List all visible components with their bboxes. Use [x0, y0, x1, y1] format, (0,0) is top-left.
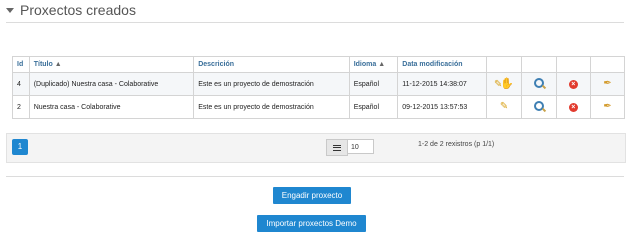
section-header[interactable]: Proxectos creados [6, 2, 136, 18]
view-button[interactable] [521, 95, 557, 119]
page-size-control: 10 [326, 139, 374, 156]
page-button-current[interactable]: 1 [12, 139, 28, 155]
projects-table: Id Título ▲ Descrición Idioma ▲ Data modif… [12, 56, 626, 119]
table-row[interactable]: 2 Nuestra casa - Colaborative Este es un… [12, 95, 626, 119]
divider [6, 22, 624, 23]
column-header-duplicate [589, 56, 626, 73]
edit-button[interactable]: ✎ [485, 95, 523, 119]
duplicate-button[interactable]: ✒ [589, 72, 626, 96]
table-header-row: Id Título ▲ Descrición Idioma ▲ Data modif… [12, 56, 626, 73]
delete-button[interactable]: × [555, 72, 591, 96]
cell-language: Español [348, 72, 399, 96]
magnifier-icon [534, 101, 545, 111]
edit-button[interactable]: ✎✋ [485, 72, 523, 96]
divider [6, 176, 624, 177]
list-icon [333, 144, 341, 151]
page-size-button[interactable] [326, 139, 348, 156]
caret-down-icon[interactable] [6, 8, 14, 13]
import-demo-projects-button[interactable]: Importar proxectos Demo [257, 215, 366, 232]
column-header-delete [555, 56, 591, 73]
delete-icon: × [568, 102, 578, 112]
column-header-language[interactable]: Idioma ▲ [348, 56, 399, 73]
records-info: 1-2 de 2 rexistros (p 1/1) [418, 141, 495, 148]
column-header-title[interactable]: Título ▲ [28, 56, 195, 73]
magnifier-icon [534, 78, 545, 88]
cell-title: (Duplicado) Nuestra casa - Colaborative [28, 72, 195, 96]
cell-modified: 11-12-2015 14:38:07 [397, 72, 487, 96]
column-header-description[interactable]: Descrición [193, 56, 350, 73]
delete-button[interactable]: × [555, 95, 591, 119]
pencil-icon: ✒ [603, 78, 612, 89]
delete-icon: × [568, 79, 578, 89]
column-header-id[interactable]: Id [12, 56, 30, 73]
duplicate-button[interactable]: ✒ [589, 95, 626, 119]
cell-description: Este es un proyecto de demostración [193, 95, 350, 119]
page-size-input[interactable]: 10 [348, 139, 374, 154]
add-project-button[interactable]: Engadir proxecto [273, 187, 351, 204]
pencil-icon: ✎ [499, 101, 509, 112]
table-row[interactable]: 4 (Duplicado) Nuestra casa - Colaborativ… [12, 72, 626, 96]
column-header-edit [485, 56, 523, 73]
cell-title: Nuestra casa - Colaborative [28, 95, 195, 119]
pencil-icon: ✒ [603, 101, 612, 112]
cell-id: 4 [12, 72, 30, 96]
sort-up-icon: ▲ [54, 61, 62, 68]
column-header-view [521, 56, 557, 73]
column-header-modified[interactable]: Data modificación [397, 56, 487, 73]
cell-language: Español [348, 95, 399, 119]
cell-modified: 09-12-2015 13:57:53 [397, 95, 487, 119]
pagination-bar: 1 10 1-2 de 2 rexistros (p 1/1) [6, 133, 626, 163]
sort-up-icon: ▲ [378, 61, 386, 68]
hand-cursor-icon: ✋ [500, 77, 515, 90]
cell-description: Este es un proyecto de demostración [193, 72, 350, 96]
view-button[interactable] [521, 72, 557, 96]
section-title: Proxectos creados [20, 2, 136, 18]
cell-id: 2 [12, 95, 30, 119]
